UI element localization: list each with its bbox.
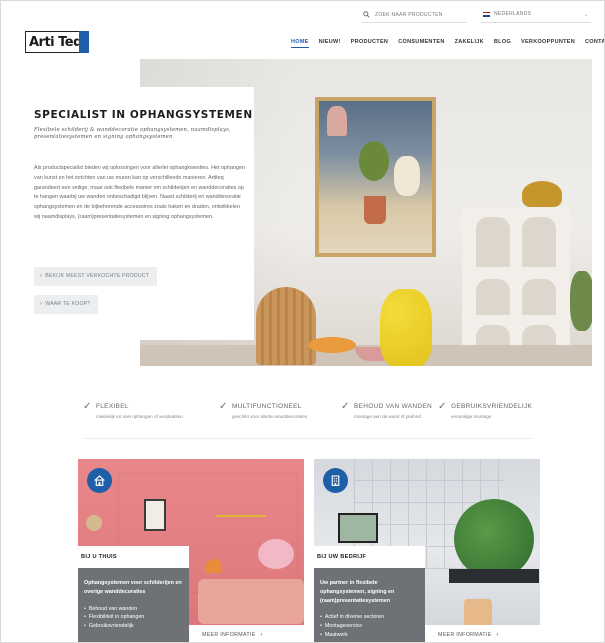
shelf-unit (462, 207, 570, 366)
flowers (258, 539, 294, 569)
check-icon: ✓ (341, 401, 350, 412)
card-bullets: Actief in diverse sectoren Montageservic… (320, 613, 419, 639)
language-underline (481, 22, 591, 23)
office-building-icon (323, 468, 348, 493)
shelf-niche (522, 217, 556, 267)
best-seller-button[interactable]: › BEKIJK MEEST VERKOCHTE PRODUCT (34, 267, 158, 286)
intro-panel: SPECIALIST IN OPHANGSYSTEMEN Flexibele s… (25, 87, 254, 340)
card-title-text: BIJ U THUIS (81, 554, 117, 560)
search-icon[interactable] (363, 11, 370, 18)
chevron-right-icon: › (40, 301, 43, 307)
shelf-niche (476, 279, 510, 315)
where-to-buy-button[interactable]: › WAAR TE KOOP? (34, 295, 99, 314)
list-item: Montageservice (320, 622, 419, 631)
fruit-bowl (522, 181, 562, 207)
wall-shelf (216, 515, 266, 517)
chevron-right-icon: › (260, 631, 263, 638)
check-icon: ✓ (83, 401, 92, 412)
card-home[interactable]: BIJ U THUIS Ophangsystemen voor schilder… (78, 459, 304, 642)
features-row: ✓ FLEXIBEL makkelijk en snel ophangen of… (83, 402, 543, 428)
flag-netherlands-icon (483, 11, 490, 17)
shelf-niche (522, 279, 556, 315)
painting-pot (364, 196, 386, 224)
nav-item-blog[interactable]: BLOG (494, 39, 511, 48)
list-item: Actief in diverse sectoren (320, 613, 419, 622)
shelf-niche (476, 217, 510, 267)
painting-canvas (319, 101, 432, 253)
search-box[interactable]: ZOEK NAAR PRODUCTEN (363, 11, 443, 18)
orange-dish (308, 337, 356, 353)
list-item: Maatwerk (320, 631, 419, 640)
card-body-text: Ophangsystemen voor schilderijen en over… (84, 580, 182, 595)
hero-tagline: Flexibele schilderij & wanddecoratie oph… (34, 127, 231, 140)
lemon-vase (380, 289, 432, 366)
list-item: Gebruiksvriendelijk (84, 622, 183, 631)
language-select[interactable]: NEDERLANDS (483, 11, 531, 17)
sofa (198, 579, 304, 624)
check-icon: ✓ (438, 401, 447, 412)
painting-lamp (327, 106, 347, 136)
more-info-label: MEER INFORMATIE (438, 631, 492, 638)
where-to-buy-label: WAAR TE KOOP? (45, 301, 91, 307)
divider (83, 438, 533, 439)
card-title: BIJ U THUIS (78, 546, 189, 568)
feature-title: MULTIFUNCTIONEEL (232, 403, 302, 410)
home-icon (87, 468, 112, 493)
chevron-right-icon: › (496, 631, 499, 638)
search-underline (361, 22, 467, 23)
more-info-label: MEER INFORMATIE (202, 631, 256, 638)
card-title: BIJ UW BEDRIJF (314, 546, 425, 568)
feature-subtitle: eenmalige montage (451, 414, 492, 419)
utility-bar: ZOEK NAAR PRODUCTEN NEDERLANDS ⌄ (1, 11, 604, 25)
more-info-link[interactable]: MEER INFORMATIE › (425, 625, 540, 642)
nav-item-consumenten[interactable]: CONSUMENTEN (398, 39, 444, 48)
framed-artwork (338, 513, 378, 543)
indoor-tree (454, 499, 534, 579)
page-frame: ZOEK NAAR PRODUCTEN NEDERLANDS ⌄ Arti Te… (0, 0, 605, 643)
check-icon: ✓ (219, 401, 228, 412)
list-item: Flexibiliteit in ophangen (84, 613, 183, 622)
main-nav: HOME NIEUW! PRODUCTEN CONSUMENTEN ZAKELI… (291, 39, 604, 48)
card-body: Ophangsystemen voor schilderijen en over… (78, 568, 189, 642)
fluted-vase (256, 287, 316, 365)
nav-item-contact[interactable]: CONTACT (585, 39, 604, 48)
orange-lamp (206, 559, 222, 573)
feature-title: BEHOUD VAN WANDEN (354, 403, 433, 410)
logo-text: Arti Teq (29, 34, 82, 50)
feature-subtitle: geschikt voor allerlei wanddecoraties (232, 414, 308, 419)
language-label: NEDERLANDS (494, 11, 532, 17)
best-seller-label: BEKIJK MEEST VERKOCHTE PRODUCT (45, 273, 150, 279)
feature-title: FLEXIBEL (96, 403, 129, 410)
feature-subtitle: montage aan de wand of plafond (354, 414, 421, 419)
round-mirror (86, 515, 102, 531)
card-bullets: Behoud van wanden Flexibiliteit in ophan… (84, 605, 183, 631)
chevron-down-icon[interactable]: ⌄ (584, 12, 588, 18)
logo-accent (79, 31, 89, 53)
logo[interactable]: Arti Teq (25, 31, 89, 53)
feature-subtitle: makkelijk en snel ophangen of verplaatse… (96, 414, 183, 419)
nav-item-nieuw[interactable]: NIEUW! (319, 39, 341, 48)
hero-painting (315, 97, 436, 257)
chevron-right-icon: › (40, 273, 43, 279)
feature-title: GEBRUIKSVRIENDELIJK (451, 403, 533, 410)
painting-vase (394, 156, 420, 196)
card-body: Uw partner in flexibele ophangsystemen, … (314, 568, 425, 642)
painting-tree (359, 141, 389, 181)
nav-item-home[interactable]: HOME (291, 39, 309, 48)
planter (449, 569, 539, 583)
card-body-text: Uw partner in flexibele ophangsystemen, … (320, 580, 395, 604)
nav-item-verkooppunten[interactable]: VERKOOPPUNTEN (521, 39, 575, 48)
search-input[interactable]: ZOEK NAAR PRODUCTEN (375, 12, 443, 18)
nav-item-producten[interactable]: PRODUCTEN (351, 39, 389, 48)
nav-item-zakelijk[interactable]: ZAKELIJK (455, 39, 484, 48)
hero-body: Als productspecialist bieden wij oplossi… (34, 165, 245, 220)
framed-artwork (144, 499, 166, 531)
page-title: SPECIALIST IN OPHANGSYSTEMEN (34, 109, 253, 121)
more-info-link[interactable]: MEER INFORMATIE › (189, 625, 304, 642)
plant (570, 271, 592, 331)
list-item: Behoud van wanden (84, 605, 183, 614)
card-business[interactable]: BIJ UW BEDRIJF Uw partner in flexibele o… (314, 459, 540, 642)
card-title-text: BIJ UW BEDRIJF (317, 554, 367, 560)
